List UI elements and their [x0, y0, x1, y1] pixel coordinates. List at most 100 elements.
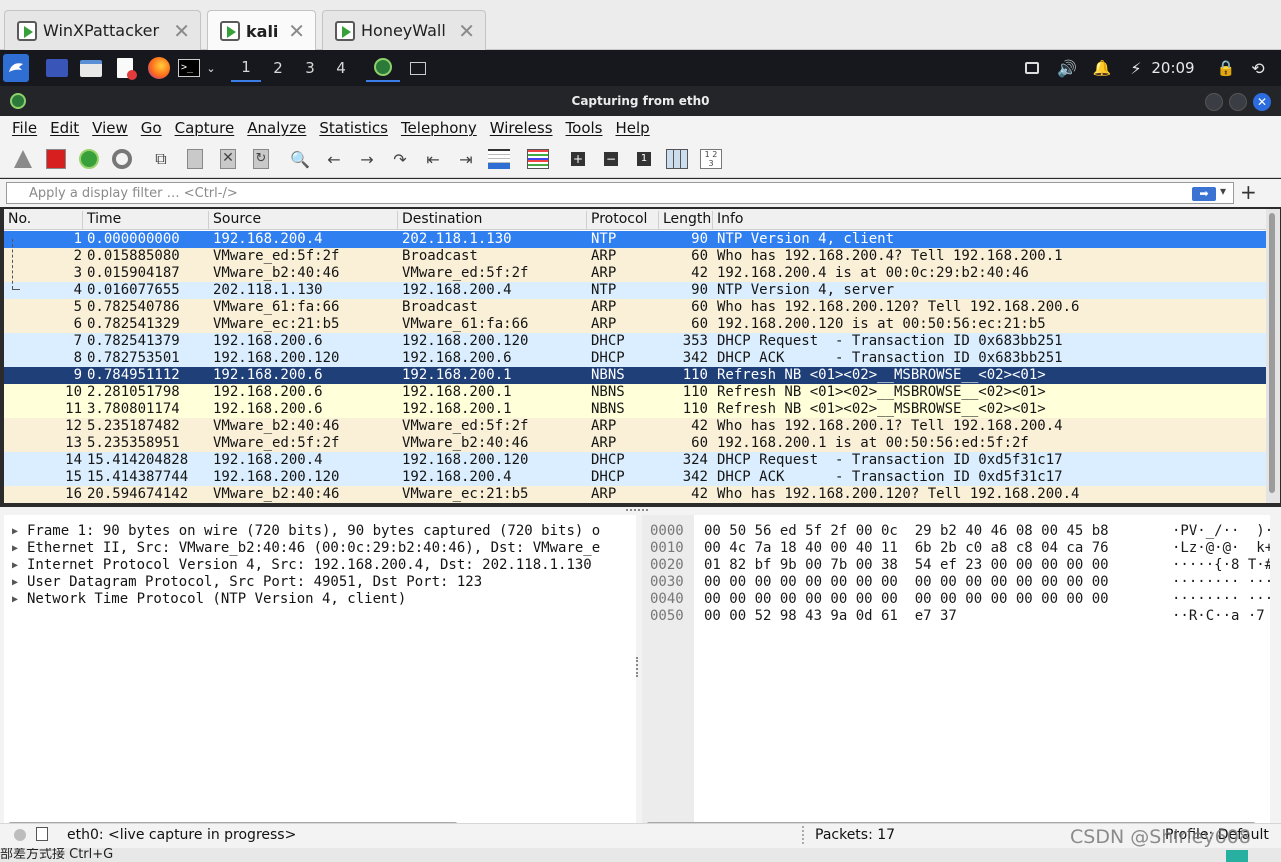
column-header-no[interactable]: No. [4, 211, 82, 229]
last-packet-icon[interactable]: ⇥ [453, 146, 479, 172]
capture-options-icon[interactable] [109, 146, 135, 172]
packet-row[interactable]: 16 20.594674142 VMware_b2:40:46 VMware_ec:2… [4, 486, 1266, 503]
packet-row[interactable]: 9 0.784951112 192.168.200.6 192.168.200.1 NB… [4, 367, 1266, 384]
file-manager-icon[interactable] [78, 54, 104, 82]
colorize-icon[interactable] [525, 146, 551, 172]
expert-info-icon[interactable] [14, 829, 26, 841]
logout-icon[interactable]: ⟲ [1246, 54, 1270, 82]
packet-row[interactable]: 10 2.281051798 192.168.200.6 192.168.200.1 N… [4, 384, 1266, 401]
first-packet-icon[interactable]: ⇤ [420, 146, 446, 172]
packet-row[interactable]: 6 0.782541329 VMware_ec:21:b5 VMware_61:fa:… [4, 316, 1266, 333]
packet-row[interactable]: 11 3.780801174 192.168.200.6 192.168.200.1 N… [4, 401, 1266, 418]
zoom-out-icon[interactable]: − [598, 146, 624, 172]
column-header-length[interactable]: Length [658, 211, 712, 229]
bytes-row[interactable]: 0020 01 82 bf 9b 00 7b 00 38 54 ef 23 00 … [642, 557, 1270, 574]
power-manager-icon[interactable]: ⚡ [1124, 54, 1148, 82]
packet-details-pane[interactable]: ▶ Frame 1: 90 bytes on wire (720 bits), 9… [4, 515, 636, 825]
packet-list[interactable]: No. Time Source Destination Protocol Len… [4, 209, 1266, 503]
notification-bell-icon[interactable]: 🔔 [1090, 54, 1114, 82]
go-to-packet-icon[interactable]: ↷ [387, 146, 413, 172]
close-icon[interactable]: ✕ [288, 19, 305, 43]
close-file-icon[interactable]: ✕ [215, 146, 241, 172]
packet-row[interactable]: 13 5.235358951 VMware_ed:5f:2f VMware_b2:40… [4, 435, 1266, 452]
workspace-4[interactable]: 4 [326, 54, 356, 82]
autoscroll-icon[interactable] [486, 146, 512, 172]
chevron-down-icon[interactable]: ⌄ [203, 54, 219, 82]
minimize-button[interactable] [1205, 93, 1223, 111]
capture-comment-icon[interactable] [36, 827, 48, 841]
network-icon[interactable] [1020, 54, 1044, 82]
close-icon[interactable]: ✕ [173, 19, 190, 43]
workspace-switcher-icon[interactable] [44, 54, 70, 82]
menu-go[interactable]: Go [141, 119, 162, 137]
packet-row[interactable]: 1 0.000000000 192.168.200.4 202.118.1.130 NT… [4, 231, 1266, 248]
menu-analyze[interactable]: Analyze [247, 119, 306, 137]
lock-icon[interactable]: 🔒 [1214, 54, 1238, 82]
menu-telephony[interactable]: Telephony [401, 119, 477, 137]
menu-file[interactable]: File [12, 119, 37, 137]
packet-row[interactable]: 7 0.782541379 192.168.200.6 192.168.200.120… [4, 333, 1266, 350]
packet-row[interactable]: 15 15.414387744 192.168.200.120 192.168.200… [4, 469, 1266, 486]
maximize-button[interactable] [1229, 93, 1247, 111]
reload-file-icon[interactable]: ↻ [248, 146, 274, 172]
bytes-row[interactable]: 0030 00 00 00 00 00 00 00 00 00 00 00 00 … [642, 574, 1270, 591]
packet-row[interactable]: 8 0.782753501 192.168.200.120 192.168.200.6… [4, 350, 1266, 367]
vm-tab-kali[interactable]: kali ✕ [207, 10, 316, 51]
kali-menu-icon[interactable] [3, 54, 29, 82]
stop-capture-icon[interactable] [43, 146, 69, 172]
column-header-destination[interactable]: Destination [397, 211, 586, 229]
menu-statistics[interactable]: Statistics [319, 119, 388, 137]
menu-tools[interactable]: Tools [566, 119, 603, 137]
find-packet-icon[interactable]: 🔍 [287, 146, 313, 172]
open-file-icon[interactable]: ⧉ [148, 146, 174, 172]
menu-capture[interactable]: Capture [175, 119, 235, 137]
chevron-down-icon[interactable]: ▾ [1220, 184, 1226, 198]
display-filter-input[interactable] [6, 182, 1234, 204]
vm-tab-winxpattacker[interactable]: WinXPattacker ✕ [4, 10, 201, 50]
packet-row[interactable]: 2 0.015885080 VMware_ed:5f:2f Broadcast ARP 6… [4, 248, 1266, 265]
go-forward-icon[interactable]: → [354, 146, 380, 172]
column-header-source[interactable]: Source [208, 211, 397, 229]
vm-tab-honeywall[interactable]: HoneyWall ✕ [322, 10, 486, 50]
column-header-time[interactable]: Time [82, 211, 208, 229]
menu-view[interactable]: View [92, 119, 128, 137]
packet-row[interactable]: 3 0.015904187 VMware_b2:40:46 VMware_ed:5f:… [4, 265, 1266, 282]
expand-subtrees-icon[interactable]: 1 2 3 [698, 146, 724, 172]
terminal-icon[interactable]: >_ [176, 54, 202, 82]
save-file-icon[interactable] [182, 146, 208, 172]
go-back-icon[interactable]: ← [321, 146, 347, 172]
taskbar-terminal[interactable] [405, 54, 431, 82]
text-editor-icon[interactable] [112, 54, 138, 82]
packet-bytes-pane[interactable]: 0000 00 50 56 ed 5f 2f 00 0c 29 b2 40 46 … [642, 515, 1270, 825]
column-header-protocol[interactable]: Protocol [586, 211, 658, 229]
host-tray-icon[interactable] [1226, 850, 1248, 862]
column-header-info[interactable]: Info [712, 211, 1266, 229]
close-button[interactable]: ✕ [1253, 93, 1271, 111]
vertical-splitter-handle[interactable] [636, 657, 640, 677]
firefox-icon[interactable] [146, 54, 172, 82]
bytes-row[interactable]: 0000 00 50 56 ed 5f 2f 00 0c 29 b2 40 46 … [642, 523, 1270, 540]
menu-help[interactable]: Help [615, 119, 649, 137]
packet-list-scrollbar[interactable] [1266, 209, 1280, 503]
start-capture-icon[interactable] [10, 146, 36, 172]
close-icon[interactable]: ✕ [458, 19, 475, 43]
normal-size-icon[interactable]: 1 [631, 146, 657, 172]
restart-capture-icon[interactable] [76, 146, 102, 172]
clock[interactable]: 20:09 [1150, 54, 1196, 82]
apply-filter-arrow-icon[interactable]: ➡ [1192, 187, 1216, 201]
splitter-handle[interactable] [626, 509, 648, 512]
packet-row[interactable]: 12 5.235187482 VMware_b2:40:46 VMware_ed:5f… [4, 418, 1266, 435]
workspace-3[interactable]: 3 [295, 54, 325, 82]
packet-row[interactable]: 14 15.414204828 192.168.200.4 192.168.200.1… [4, 452, 1266, 469]
bytes-row[interactable]: 0010 00 4c 7a 18 40 00 40 11 6b 2b c0 a8 … [642, 540, 1270, 557]
packet-row[interactable]: 5 0.782540786 VMware_61:fa:66 Broadcast ARP 6… [4, 299, 1266, 316]
volume-icon[interactable]: 🔊 [1055, 54, 1079, 82]
resize-columns-icon[interactable] [664, 146, 690, 172]
taskbar-wireshark[interactable] [366, 54, 400, 82]
menu-wireless[interactable]: Wireless [490, 119, 553, 137]
packet-row[interactable]: 4 0.016077655 202.118.1.130 192.168.200.4 NT… [4, 282, 1266, 299]
bytes-row[interactable]: 0050 00 00 52 98 43 9a 0d 61 e7 37 ··R·C··… [642, 608, 1270, 625]
bytes-row[interactable]: 0040 00 00 00 00 00 00 00 00 00 00 00 00 … [642, 591, 1270, 608]
workspace-1[interactable]: 1 [231, 54, 261, 82]
add-filter-button[interactable]: + [1240, 180, 1257, 204]
